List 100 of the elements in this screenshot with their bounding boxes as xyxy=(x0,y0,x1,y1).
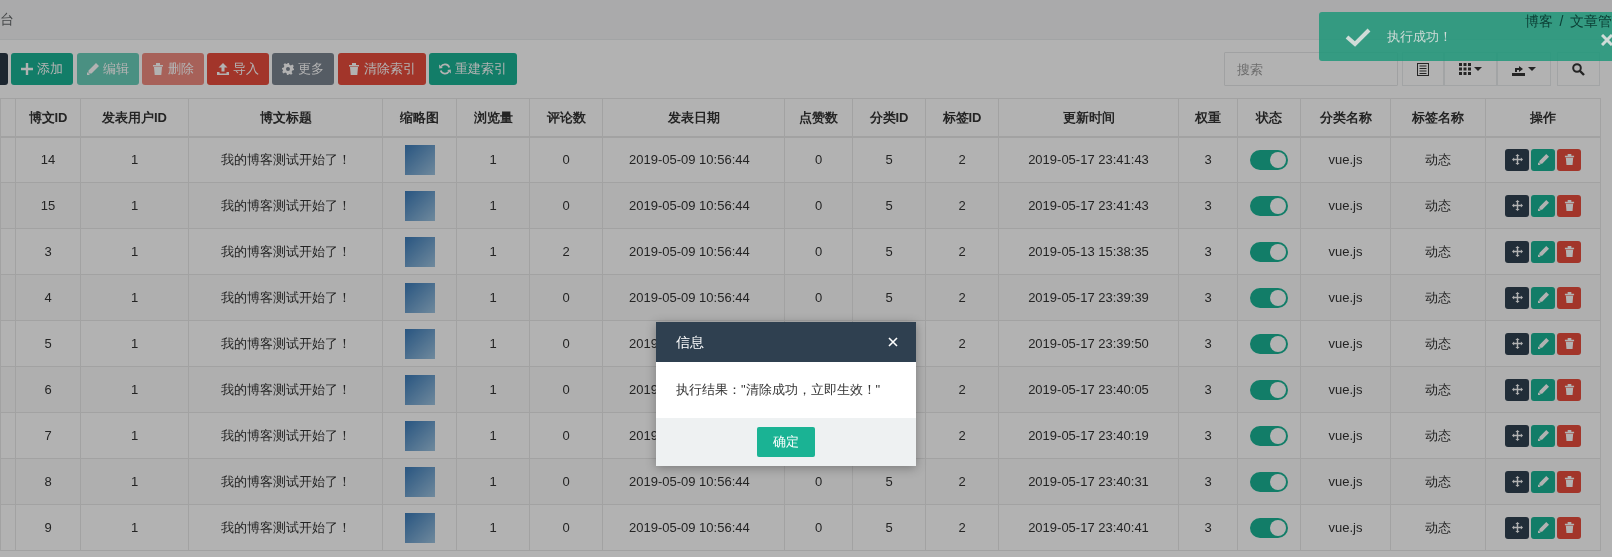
delete-button[interactable] xyxy=(1557,148,1581,171)
column-header[interactable]: 发表日期 xyxy=(602,98,785,137)
table-cell: 0 xyxy=(562,197,570,213)
table-cell: 动态 xyxy=(1425,197,1451,213)
table-cell: 0 xyxy=(562,381,570,397)
breadcrumb-link[interactable]: 文章管 xyxy=(1569,11,1612,32)
column-header[interactable]: 分类ID xyxy=(852,98,926,137)
column-header[interactable]: 发表用户ID xyxy=(80,98,189,137)
breadcrumb-separator: / xyxy=(1559,12,1564,31)
table-cell: vue.js xyxy=(1328,243,1363,259)
status-toggle[interactable] xyxy=(1250,517,1288,538)
column-header[interactable]: 博文ID xyxy=(15,98,81,137)
gear-icon xyxy=(282,63,295,75)
table-cell: 3 xyxy=(1204,197,1212,213)
column-header[interactable]: 标签ID xyxy=(925,98,999,137)
status-toggle[interactable] xyxy=(1250,150,1288,171)
table-cell: 1 xyxy=(130,197,139,213)
table-cell: 2 xyxy=(958,519,966,535)
delete-button[interactable] xyxy=(1557,286,1581,309)
table-cell: 1 xyxy=(130,519,139,535)
table-cell: 动态 xyxy=(1425,289,1451,305)
move-button[interactable] xyxy=(1505,424,1529,447)
column-header[interactable]: 博文标题 xyxy=(188,98,383,137)
move-button[interactable] xyxy=(1505,194,1529,217)
move-button[interactable] xyxy=(1505,378,1529,401)
status-toggle[interactable] xyxy=(1250,241,1288,262)
breadcrumb-link[interactable]: 博客 xyxy=(1525,11,1553,32)
move-icon xyxy=(1511,246,1523,257)
table-cell: vue.js xyxy=(1328,335,1363,351)
table-cell: 2019-05-09 10:56:44 xyxy=(629,197,750,213)
trash-icon xyxy=(1563,200,1575,211)
table-cell: 0 xyxy=(562,152,570,167)
table-cell: 15 xyxy=(40,197,56,213)
column-header[interactable]: 缩略图 xyxy=(382,98,457,137)
grid-icon xyxy=(1458,63,1471,75)
delete-button[interactable] xyxy=(1557,194,1581,217)
table-cell: 2019-05-17 23:41:43 xyxy=(1028,152,1149,167)
photo-placeholder xyxy=(404,144,435,175)
table-cell: 5 xyxy=(885,152,893,167)
photo-placeholder xyxy=(404,512,435,543)
column-header[interactable]: 权重 xyxy=(1178,98,1238,137)
table-cell: 动态 xyxy=(1425,427,1451,443)
column-header[interactable]: 标签名称 xyxy=(1390,98,1486,137)
table-cell: 3 xyxy=(44,243,52,259)
trash-icon xyxy=(1563,338,1575,349)
column-header[interactable]: 分类名称 xyxy=(1300,98,1391,137)
table-cell: 7 xyxy=(44,427,52,443)
table-cell: 我的博客测试开始了！ xyxy=(220,519,351,535)
move-icon xyxy=(1511,430,1523,441)
status-toggle[interactable] xyxy=(1250,425,1288,446)
page-title: 台 xyxy=(0,10,14,29)
delete-button[interactable] xyxy=(1557,516,1581,539)
move-button[interactable] xyxy=(1505,148,1529,171)
move-icon xyxy=(1511,522,1523,533)
delete-button[interactable] xyxy=(1557,378,1581,401)
table-cell: 4 xyxy=(44,289,52,305)
column-header[interactable]: 点赞数 xyxy=(784,98,853,137)
delete-button[interactable] xyxy=(1557,424,1581,447)
move-button[interactable] xyxy=(1505,286,1529,309)
upload-icon xyxy=(217,63,229,75)
move-button[interactable] xyxy=(1505,240,1529,263)
table-cell: 2019-05-17 23:40:41 xyxy=(1028,519,1149,535)
column-header[interactable]: 状态 xyxy=(1237,98,1301,137)
table-cell: 2019-05-17 23:40:05 xyxy=(1028,381,1149,397)
column-header[interactable]: 更新时间 xyxy=(998,98,1179,137)
table-cell: 5 xyxy=(885,473,893,489)
delete-button[interactable] xyxy=(1557,332,1581,355)
table-cell: 2019-05-13 15:38:35 xyxy=(1028,243,1149,259)
photo-placeholder xyxy=(404,420,435,451)
move-button[interactable] xyxy=(1505,516,1529,539)
table-cell: 2 xyxy=(958,427,966,443)
table-cell: 3 xyxy=(1204,243,1212,259)
move-button[interactable] xyxy=(1505,470,1529,493)
delete-button[interactable] xyxy=(1557,240,1581,263)
table-cell: 动态 xyxy=(1425,381,1451,397)
move-button[interactable] xyxy=(1505,332,1529,355)
table-cell: 3 xyxy=(1204,152,1212,167)
column-header[interactable]: 操作 xyxy=(1485,98,1601,137)
status-toggle[interactable] xyxy=(1250,333,1288,354)
table-cell: 14 xyxy=(40,152,56,167)
table-cell: 0 xyxy=(562,289,570,305)
status-toggle[interactable] xyxy=(1250,379,1288,400)
photo-placeholder xyxy=(404,466,435,497)
table-cell: 动态 xyxy=(1425,473,1451,489)
move-icon xyxy=(1511,384,1523,395)
column-header[interactable]: 评论数 xyxy=(529,98,603,137)
pencil-icon xyxy=(86,63,99,75)
table-cell: 我的博客测试开始了！ xyxy=(220,243,351,259)
photo-placeholder xyxy=(404,374,435,405)
status-toggle[interactable] xyxy=(1250,195,1288,216)
table-cell: 0 xyxy=(562,473,570,489)
pencil-icon xyxy=(1537,292,1549,303)
trash-icon xyxy=(347,63,360,75)
column-header[interactable]: 浏览量 xyxy=(456,98,530,137)
refresh-icon xyxy=(438,63,451,75)
table-cell: 3 xyxy=(1204,519,1212,535)
status-toggle[interactable] xyxy=(1250,287,1288,308)
status-toggle[interactable] xyxy=(1250,471,1288,492)
delete-button[interactable] xyxy=(1557,470,1581,493)
table-cell: vue.js xyxy=(1328,519,1363,535)
